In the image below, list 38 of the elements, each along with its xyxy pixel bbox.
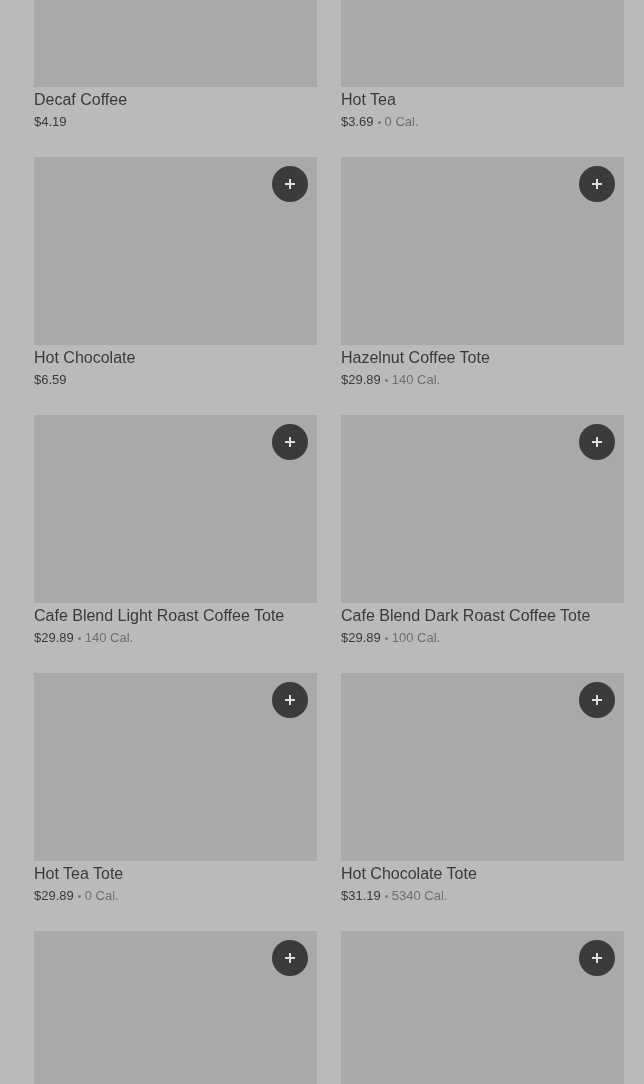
product-price: $4.19 <box>34 113 67 131</box>
plus-icon <box>591 952 603 964</box>
calorie-count: 140 Cal. <box>391 371 441 389</box>
plus-icon <box>284 952 296 964</box>
plus-icon <box>284 436 296 448</box>
plus-icon <box>591 436 603 448</box>
product-price: $29.89 <box>341 371 381 389</box>
plus-icon <box>284 694 296 706</box>
product-price: $29.89 <box>34 629 74 647</box>
calorie-count: 140 Cal. <box>84 629 134 647</box>
product-name[interactable]: Hot Chocolate <box>34 348 317 368</box>
product-price: $29.89 <box>34 887 74 905</box>
image-placeholder[interactable] <box>341 931 624 1084</box>
product-price: $3.69 <box>341 113 374 131</box>
calorie-count: 5340 Cal. <box>391 887 448 905</box>
product-name[interactable]: Hazelnut Coffee Tote <box>341 348 624 368</box>
product-name[interactable]: Hot Chocolate Tote <box>341 864 624 884</box>
separator-dot <box>384 636 388 640</box>
calorie-count: 100 Cal. <box>391 629 441 647</box>
calorie-count: 0 Cal. <box>84 887 119 905</box>
plus-icon <box>591 178 603 190</box>
image-placeholder[interactable] <box>34 931 317 1084</box>
product-name[interactable]: Cafe Blend Light Roast Coffee Tote <box>34 606 317 626</box>
separator-dot <box>77 894 81 898</box>
plus-icon <box>284 178 296 190</box>
separator-dot <box>384 894 388 898</box>
separator-dot <box>377 120 381 124</box>
product-price: $31.19 <box>341 887 381 905</box>
separator-dot <box>77 636 81 640</box>
product-name[interactable]: Decaf Coffee <box>34 90 317 110</box>
product-price: $6.59 <box>34 371 67 389</box>
product-price: $29.89 <box>341 629 381 647</box>
calorie-count: 0 Cal. <box>384 113 419 131</box>
product-name[interactable]: Cafe Blend Dark Roast Coffee Tote <box>341 606 624 626</box>
product-name[interactable]: Hot Tea Tote <box>34 864 317 884</box>
product-name[interactable]: Hot Tea <box>341 90 624 110</box>
separator-dot <box>384 378 388 382</box>
plus-icon <box>591 694 603 706</box>
